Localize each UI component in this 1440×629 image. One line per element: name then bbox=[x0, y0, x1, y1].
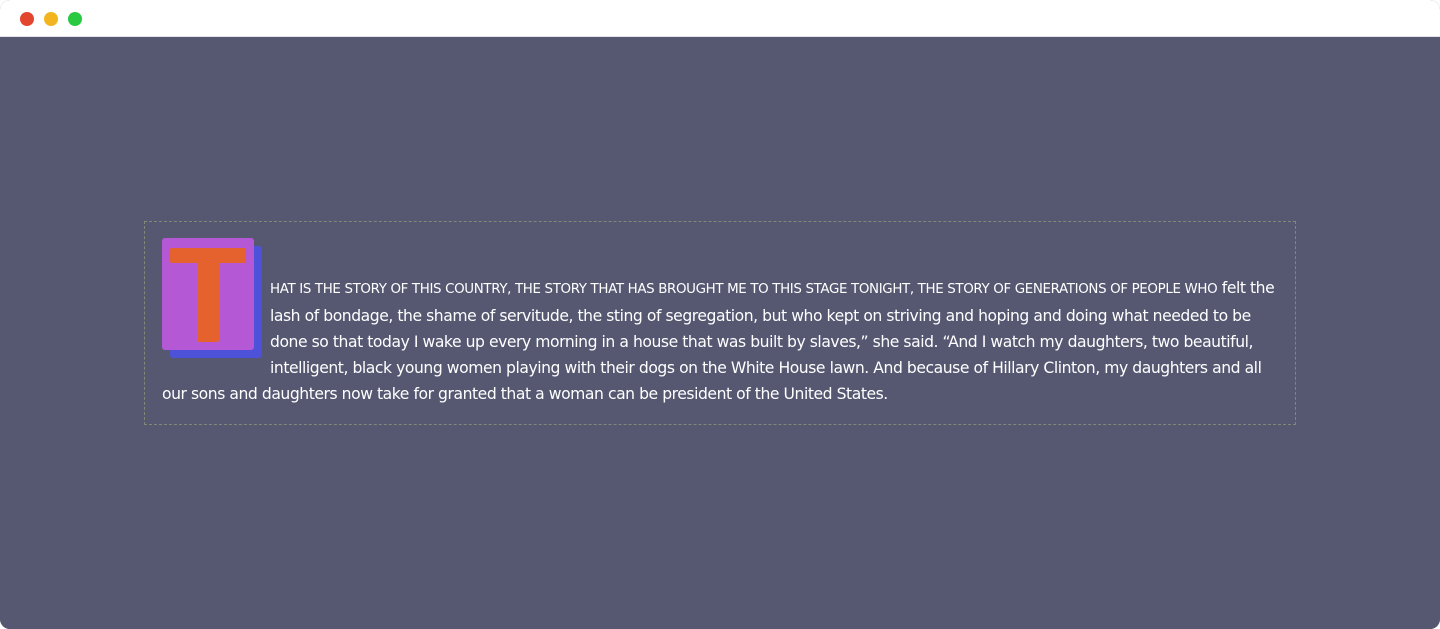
quote-body: felt the lash of bondage, the shame of s… bbox=[162, 279, 1275, 403]
drop-cap-offset bbox=[162, 238, 1278, 275]
quote-text: hat is the story of this country, the st… bbox=[162, 238, 1278, 407]
minimize-window-button[interactable] bbox=[44, 12, 58, 26]
browser-window: T hat is the story of this country, the … bbox=[0, 0, 1440, 629]
page-content: T hat is the story of this country, the … bbox=[0, 37, 1440, 629]
window-titlebar bbox=[0, 0, 1440, 37]
quote-lead-caps: hat is the story of this country, the st… bbox=[270, 282, 1218, 297]
maximize-window-button[interactable] bbox=[68, 12, 82, 26]
drop-cap-box: T bbox=[162, 238, 254, 350]
drop-cap: T bbox=[162, 238, 262, 358]
quote-block: T hat is the story of this country, the … bbox=[144, 221, 1296, 425]
close-window-button[interactable] bbox=[20, 12, 34, 26]
drop-cap-letter-stem bbox=[197, 260, 219, 342]
